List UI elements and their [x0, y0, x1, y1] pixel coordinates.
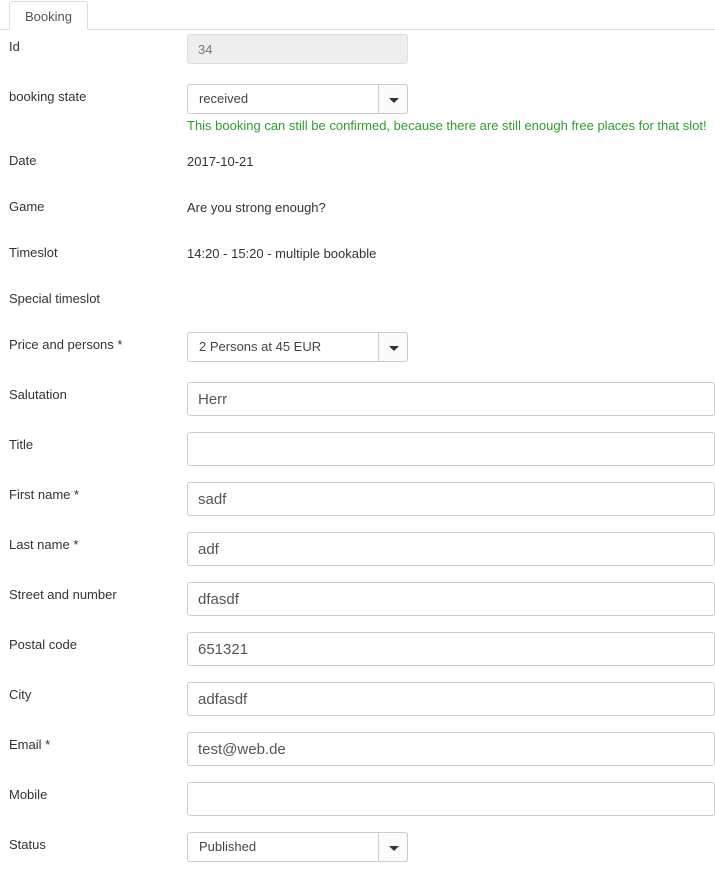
special-timeslot-value [187, 286, 715, 291]
form-row-timeslot: Timeslot 14:20 - 15:20 - multiple bookabl… [0, 236, 715, 282]
caret-shape [389, 346, 399, 351]
label-postal-code: Postal code [9, 637, 77, 652]
field-mobile [187, 778, 715, 816]
form-row-postal-code: Postal code [0, 628, 715, 678]
tab-bar: Booking [0, 0, 715, 30]
street-and-number-input[interactable] [187, 582, 715, 616]
form-row-game: Game Are you strong enough? [0, 190, 715, 236]
label-city: City [9, 687, 32, 702]
status-select[interactable]: Published [187, 832, 408, 862]
price-and-persons-select-value: 2 Persons at 45 EUR [199, 339, 322, 354]
city-input[interactable] [187, 682, 715, 716]
form-row-street-and-number: Street and number [0, 578, 715, 628]
timeslot-value: 14:20 - 15:20 - multiple bookable [187, 246, 377, 261]
form-row-date: Date 2017-10-21 [0, 144, 715, 190]
status-select-value: Published [199, 839, 257, 854]
label-timeslot: Timeslot [9, 245, 58, 260]
caret-shape [389, 98, 399, 103]
form-row-last-name: Last name * [0, 528, 715, 578]
field-status: Published [187, 828, 715, 862]
email-input[interactable] [187, 732, 715, 766]
form-row-mobile: Mobile [0, 778, 715, 828]
label-last-name: Last name * [9, 537, 79, 552]
label-salutation: Salutation [9, 387, 67, 402]
field-last-name [187, 528, 715, 566]
mobile-input[interactable] [187, 782, 715, 816]
label-special-timeslot: Special timeslot [9, 291, 101, 306]
title-input[interactable] [187, 432, 715, 466]
field-date: 2017-10-21 [187, 144, 715, 170]
label-booking-state: booking state [9, 89, 87, 104]
date-value: 2017-10-21 [187, 154, 254, 169]
booking-state-select[interactable]: received [187, 84, 408, 114]
chevron-down-icon[interactable] [378, 832, 408, 862]
postal-code-input[interactable] [187, 632, 715, 666]
chevron-down-icon[interactable] [378, 332, 408, 362]
field-email [187, 728, 715, 766]
label-status: Status [9, 837, 46, 852]
id-input [187, 34, 408, 64]
field-price-and-persons: 2 Persons at 45 EUR [187, 328, 715, 362]
chevron-down-icon[interactable] [378, 84, 408, 114]
first-name-input[interactable] [187, 482, 715, 516]
salutation-input[interactable] [187, 382, 715, 416]
field-game: Are you strong enough? [187, 190, 715, 216]
price-and-persons-select[interactable]: 2 Persons at 45 EUR [187, 332, 408, 362]
form-row-special-timeslot: Special timeslot [0, 282, 715, 328]
field-salutation [187, 378, 715, 416]
label-title: Title [9, 437, 34, 452]
field-first-name [187, 478, 715, 516]
form-row-city: City [0, 678, 715, 728]
booking-state-select-value: received [199, 91, 249, 106]
form-row-id: Id [0, 30, 715, 80]
label-price-and-persons: Price and persons * [9, 337, 123, 352]
label-street-and-number: Street and number [9, 587, 117, 602]
label-date: Date [9, 153, 37, 168]
field-id [187, 30, 715, 64]
tab-booking-label: Booking [25, 9, 72, 24]
form-row-first-name: First name * [0, 478, 715, 528]
label-first-name: First name * [9, 487, 80, 502]
label-email: Email * [9, 737, 51, 752]
field-title [187, 428, 715, 466]
game-value: Are you strong enough? [187, 200, 326, 215]
field-timeslot: 14:20 - 15:20 - multiple bookable [187, 236, 715, 262]
caret-shape [389, 846, 399, 851]
field-city [187, 678, 715, 716]
label-game: Game [9, 199, 45, 214]
field-special-timeslot [187, 282, 715, 291]
form-row-price-and-persons: Price and persons * 2 Persons at 45 EUR [0, 328, 715, 378]
form-row-booking-state: booking state received This booking can st… [0, 80, 715, 144]
label-mobile: Mobile [9, 787, 48, 802]
booking-form: Id booking state received This booking can … [0, 30, 715, 878]
label-id: Id [9, 39, 20, 54]
form-row-email: Email * [0, 728, 715, 778]
form-row-title: Title [0, 428, 715, 478]
field-street-and-number [187, 578, 715, 616]
form-row-salutation: Salutation [0, 378, 715, 428]
booking-state-help-text: This booking can still be confirmed, bec… [187, 118, 707, 133]
tab-booking[interactable]: Booking [9, 1, 88, 30]
last-name-input[interactable] [187, 532, 715, 566]
field-postal-code [187, 628, 715, 666]
field-booking-state: received This booking can still be confir… [187, 80, 715, 134]
form-row-status: Status Published [0, 828, 715, 878]
